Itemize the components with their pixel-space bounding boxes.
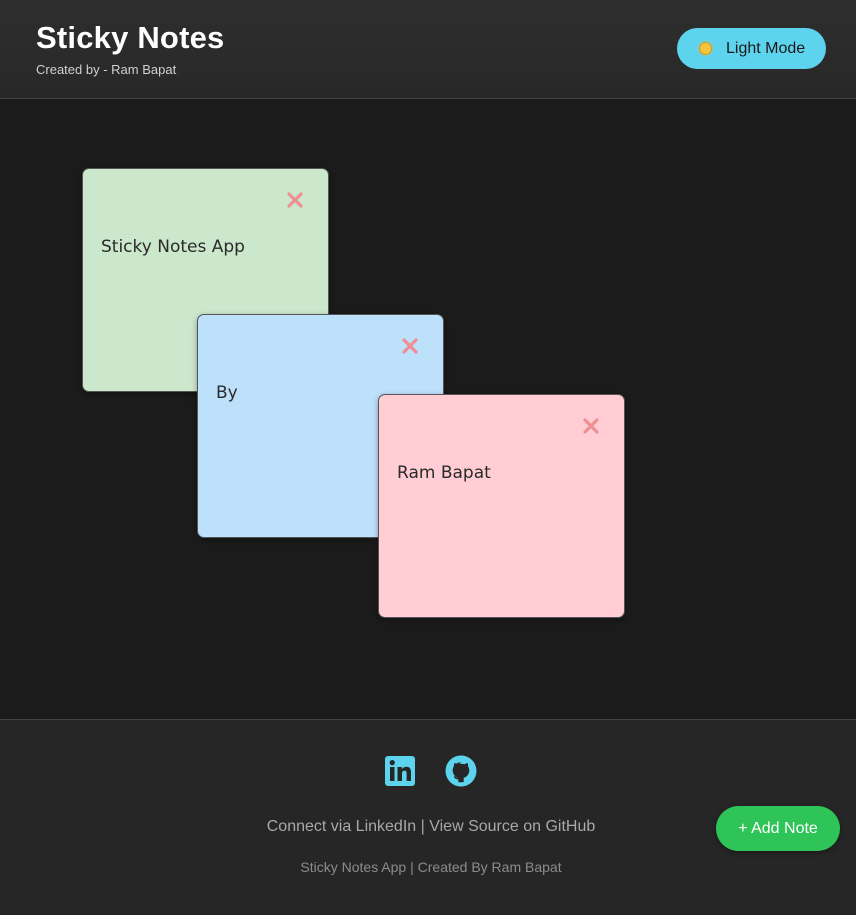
app: Sticky Notes Created by - Ram Bapat Ligh… — [0, 0, 856, 915]
note-text[interactable]: Ram Bapat — [397, 463, 491, 483]
add-note-button[interactable]: + Add Note — [716, 806, 840, 851]
close-icon[interactable] — [286, 191, 304, 209]
footer-credit: Sticky Notes App | Created By Ram Bapat — [300, 859, 562, 875]
close-icon[interactable] — [582, 417, 600, 435]
sticky-note[interactable]: Ram Bapat — [378, 394, 625, 618]
theme-toggle-button[interactable]: Light Mode — [677, 28, 826, 69]
github-icon[interactable] — [445, 755, 477, 787]
page-subtitle: Created by - Ram Bapat — [36, 62, 177, 77]
theme-toggle-label: Light Mode — [726, 39, 806, 57]
sun-icon — [699, 42, 712, 55]
linkedin-icon[interactable] — [384, 755, 416, 787]
github-link[interactable]: View Source on GitHub — [429, 818, 595, 835]
note-text[interactable]: Sticky Notes App — [101, 237, 245, 257]
footer-separator: | — [420, 818, 425, 835]
notes-board: Sticky Notes App By Ram Bapat — [0, 99, 856, 719]
app-header: Sticky Notes Created by - Ram Bapat Ligh… — [0, 0, 856, 99]
page-title: Sticky Notes — [36, 20, 225, 55]
close-icon[interactable] — [401, 337, 419, 355]
note-text[interactable]: By — [216, 383, 238, 403]
linkedin-link[interactable]: Connect via LinkedIn — [267, 818, 416, 835]
